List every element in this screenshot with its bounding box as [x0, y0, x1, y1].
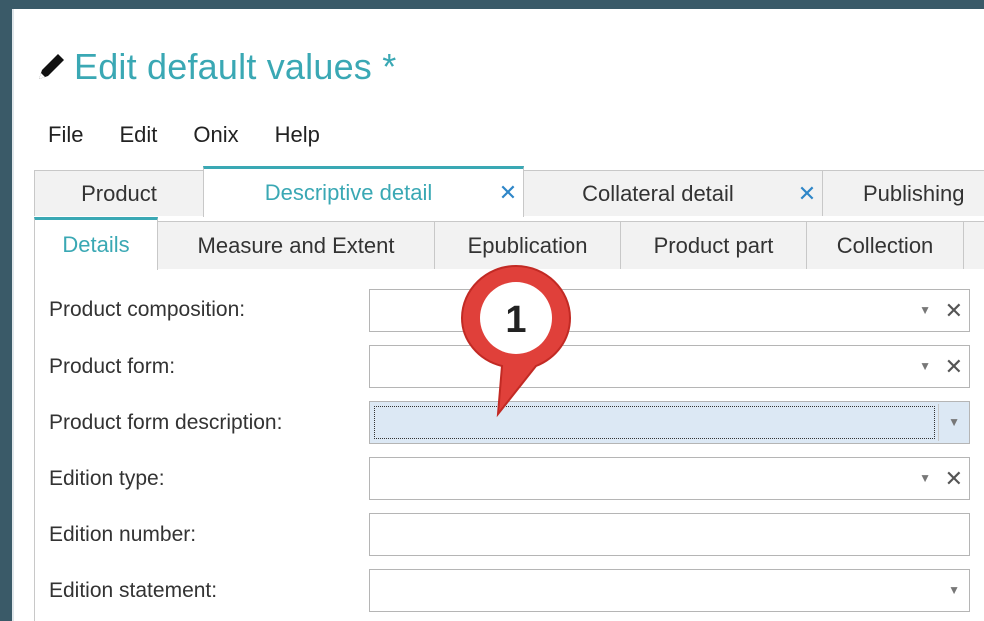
tab-close-icon[interactable]: ✕ [792, 181, 822, 207]
clear-icon[interactable]: ✕ [945, 458, 963, 499]
subtab-measure-and-extent[interactable]: Measure and Extent [157, 221, 435, 269]
window-frame-inner [12, 9, 14, 621]
chevron-down-icon[interactable]: ▼ [919, 290, 931, 331]
callout-number: 1 [505, 299, 526, 341]
edition-statement-select[interactable]: ▼ [369, 569, 970, 612]
edition-number-label: Edition number: [49, 523, 197, 546]
dropdown-separator [938, 404, 939, 441]
window-frame-left [0, 0, 12, 621]
edition-number-input[interactable] [369, 513, 970, 556]
page-title-text: Edit default values * [74, 46, 397, 87]
subtab-product-part[interactable]: Product part [620, 221, 807, 269]
tab-descriptive-detail-label: Descriptive detail [264, 180, 433, 205]
subtab-collection-label: Collection [836, 232, 934, 258]
tab-publishing-label: Publishing [863, 180, 965, 206]
clear-icon[interactable]: ✕ [945, 290, 963, 331]
chevron-down-icon[interactable]: ▼ [948, 570, 960, 611]
subtab-overflow[interactable] [963, 221, 984, 269]
menu-edit[interactable]: Edit [119, 122, 157, 148]
product-form-description-label: Product form description: [49, 411, 283, 434]
subtab-product-part-label: Product part [653, 232, 774, 258]
tab-collateral-detail[interactable]: Collateral detail ✕ [523, 170, 823, 216]
edition-type-label: Edition type: [49, 467, 165, 490]
edition-type-select[interactable]: ▼ ✕ [369, 457, 970, 500]
callout-marker: 1 [460, 264, 572, 418]
content-border [34, 269, 35, 621]
chevron-down-icon[interactable]: ▼ [919, 458, 931, 499]
subtab-measure-label: Measure and Extent [197, 232, 395, 258]
clear-icon[interactable]: ✕ [945, 346, 963, 387]
edition-statement-label: Edition statement: [49, 579, 218, 602]
product-form-label: Product form: [49, 355, 176, 378]
window-frame-top [0, 0, 984, 9]
tab-product-label: Product [81, 180, 157, 206]
pencil-icon [39, 54, 64, 79]
subtab-epublication-label: Epublication [467, 232, 588, 258]
tab-publishing[interactable]: Publishing [822, 170, 984, 216]
menu-onix[interactable]: Onix [193, 122, 238, 148]
subtab-collection[interactable]: Collection [806, 221, 964, 269]
tab-product[interactable]: Product [34, 170, 204, 216]
tab-descriptive-detail[interactable]: Descriptive detail ✕ [203, 166, 524, 217]
tab-collateral-detail-label: Collateral detail [582, 180, 734, 206]
tab-close-icon[interactable]: ✕ [493, 180, 523, 206]
chevron-down-icon[interactable]: ▼ [948, 402, 960, 443]
page-title: Edit default values * [34, 44, 396, 90]
subtab-details-label: Details [62, 232, 130, 257]
menu-help[interactable]: Help [275, 122, 320, 148]
subtab-details[interactable]: Details [34, 217, 158, 270]
product-composition-label: Product composition: [49, 298, 246, 321]
menu-bar: File Edit Onix Help [48, 122, 356, 148]
menu-file[interactable]: File [48, 122, 83, 148]
chevron-down-icon[interactable]: ▼ [919, 346, 931, 387]
main-tab-bar: Product Descriptive detail ✕ Collateral … [34, 166, 984, 217]
